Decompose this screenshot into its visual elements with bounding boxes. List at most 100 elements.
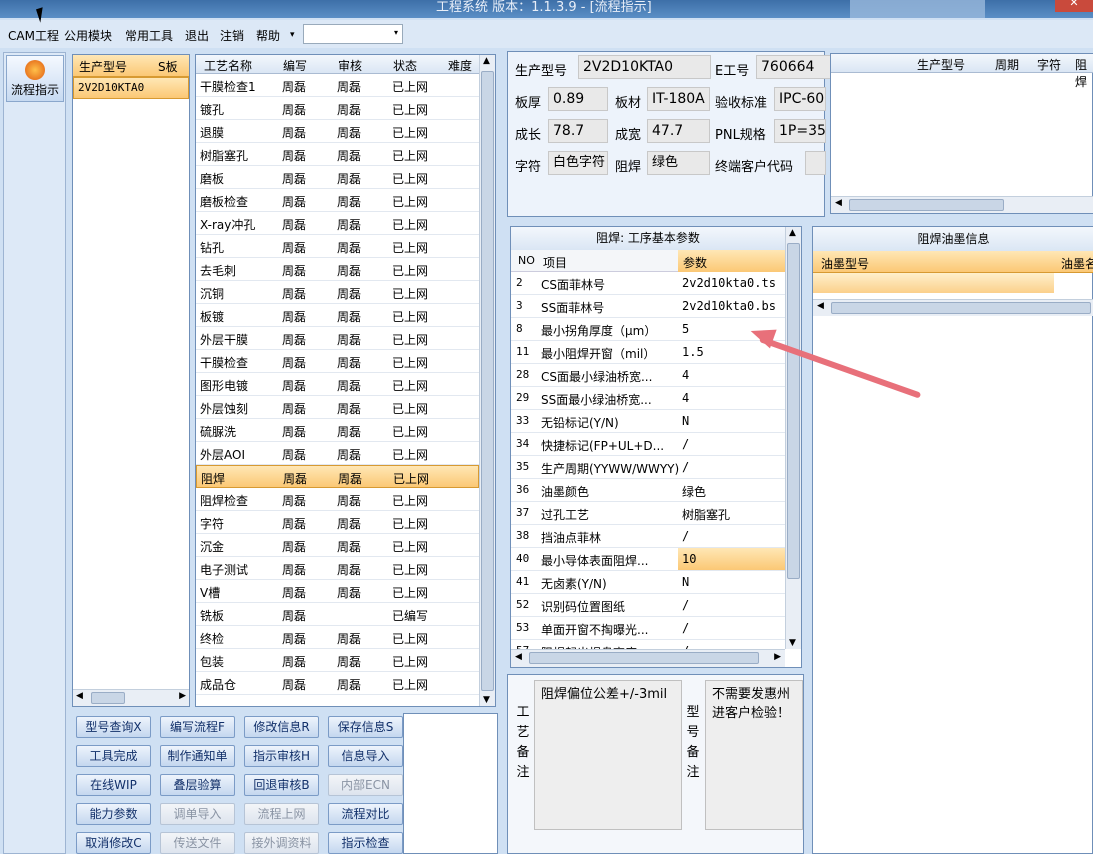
mask-field[interactable]: 绿色: [647, 151, 710, 175]
process-row[interactable]: 干膜检查1 周磊 周磊 已上网: [196, 74, 479, 97]
process-row[interactable]: 树脂塞孔 周磊 周磊 已上网: [196, 143, 479, 166]
action-button-4-2[interactable]: 接外调资料: [244, 832, 319, 854]
process-row[interactable]: 去毛刺 周磊 周磊 已上网: [196, 258, 479, 281]
len-field[interactable]: 78.7: [548, 119, 608, 143]
action-button-0-2[interactable]: 修改信息R: [244, 716, 319, 738]
process-vscroll[interactable]: ▲ ▼: [479, 55, 495, 706]
process-row[interactable]: 阻焊检查 周磊 周磊 已上网: [196, 488, 479, 511]
process-row[interactable]: 字符 周磊 周磊 已上网: [196, 511, 479, 534]
process-row[interactable]: 钻孔 周磊 周磊 已上网: [196, 235, 479, 258]
scroll-up-icon[interactable]: ▲: [483, 56, 490, 66]
vscroll-thumb[interactable]: [481, 71, 494, 691]
menu-common-module[interactable]: 公用模块: [64, 27, 112, 44]
process-row[interactable]: 终检 周磊 周磊 已上网: [196, 626, 479, 649]
process-row[interactable]: 电子测试 周磊 周磊 已上网: [196, 557, 479, 580]
process-row[interactable]: 干膜检查 周磊 周磊 已上网: [196, 350, 479, 373]
thick-field[interactable]: 0.89: [548, 87, 608, 111]
ink-row[interactable]: [813, 273, 1054, 293]
process-row[interactable]: 沉铜 周磊 周磊 已上网: [196, 281, 479, 304]
action-button-1-2[interactable]: 指示审核H: [244, 745, 319, 767]
process-row[interactable]: 退膜 周磊 周磊 已上网: [196, 120, 479, 143]
action-button-0-0[interactable]: 型号查询X: [76, 716, 151, 738]
action-button-4-1[interactable]: 传送文件: [160, 832, 235, 854]
menu-tools[interactable]: 常用工具: [125, 27, 173, 44]
process-row[interactable]: V槽 周磊 周磊 已上网: [196, 580, 479, 603]
wid-field[interactable]: 47.7: [647, 119, 710, 143]
params-hscroll[interactable]: ◀ ▶: [511, 649, 785, 667]
scroll-left-icon[interactable]: ◀: [76, 691, 83, 701]
process-row[interactable]: 铣板 周磊 已编写: [196, 603, 479, 626]
process-row[interactable]: 硫脲洗 周磊 周磊 已上网: [196, 419, 479, 442]
scroll-right-icon[interactable]: ▶: [179, 691, 186, 701]
param-row[interactable]: 41 无卤素(Y/N) N: [511, 571, 785, 594]
scroll-up-icon[interactable]: ▲: [789, 228, 796, 238]
action-button-1-0[interactable]: 工具完成: [76, 745, 151, 767]
action-button-3-2[interactable]: 流程上网: [244, 803, 319, 825]
action-button-2-1[interactable]: 叠层验算: [160, 774, 235, 796]
param-row[interactable]: 33 无铅标记(Y/N) N: [511, 410, 785, 433]
param-row[interactable]: 2 CS面菲林号 2v2d10kta0.ts: [511, 272, 785, 295]
hscroll-thumb[interactable]: [91, 692, 125, 704]
cust-field[interactable]: [805, 151, 826, 175]
process-row[interactable]: 镀孔 周磊 周磊 已上网: [196, 97, 479, 120]
close-button[interactable]: ✕: [1055, 0, 1093, 12]
mat-field[interactable]: IT-180A: [647, 87, 710, 111]
process-row[interactable]: 外层干膜 周磊 周磊 已上网: [196, 327, 479, 350]
param-row[interactable]: 36 油墨颜色 绿色: [511, 479, 785, 502]
param-row[interactable]: 11 最小阻焊开窗（mil） 1.5: [511, 341, 785, 364]
hscroll-thumb[interactable]: [849, 199, 1004, 211]
params-vscroll[interactable]: ▲ ▼: [785, 227, 801, 649]
action-button-2-2[interactable]: 回退审核B: [244, 774, 319, 796]
cycle-hscroll[interactable]: ◀: [831, 196, 1093, 213]
action-button-3-1[interactable]: 调单导入: [160, 803, 235, 825]
menu-cam[interactable]: CAM工程: [8, 27, 59, 44]
char-field[interactable]: 白色字符: [548, 151, 608, 175]
param-row[interactable]: 40 最小导体表面阻焊... 10: [511, 548, 785, 571]
action-button-4-3[interactable]: 指示检查: [328, 832, 403, 854]
hscroll-thumb[interactable]: [529, 652, 759, 664]
param-row[interactable]: 29 SS面最小绿油桥宽... 4: [511, 387, 785, 410]
scroll-down-icon[interactable]: ▼: [483, 695, 490, 705]
process-row[interactable]: 沉金 周磊 周磊 已上网: [196, 534, 479, 557]
hscroll-thumb[interactable]: [831, 302, 1091, 314]
model-list-hscroll[interactable]: ◀ ▶: [73, 689, 189, 706]
scroll-left-icon[interactable]: ◀: [835, 198, 842, 208]
action-button-3-0[interactable]: 能力参数: [76, 803, 151, 825]
param-row[interactable]: 52 识别码位置图纸 /: [511, 594, 785, 617]
action-button-4-0[interactable]: 取消修改C: [76, 832, 151, 854]
process-row[interactable]: 包装 周磊 周磊 已上网: [196, 649, 479, 672]
action-button-3-3[interactable]: 流程对比: [328, 803, 403, 825]
help-dropdown-icon[interactable]: ▾: [290, 30, 295, 40]
action-button-0-3[interactable]: 保存信息S: [328, 716, 403, 738]
menu-help[interactable]: 帮助: [256, 27, 280, 44]
process-row[interactable]: 板镀 周磊 周磊 已上网: [196, 304, 479, 327]
param-row[interactable]: 53 单面开窗不掏曝光... /: [511, 617, 785, 640]
scroll-left-icon[interactable]: ◀: [515, 652, 522, 662]
menu-exit[interactable]: 退出: [185, 27, 209, 44]
action-button-0-1[interactable]: 编写流程F: [160, 716, 235, 738]
menu-logout[interactable]: 注销: [220, 27, 244, 44]
process-row[interactable]: 磨板检查 周磊 周磊 已上网: [196, 189, 479, 212]
pnl-field[interactable]: 1P=35S: [774, 119, 826, 143]
model-row[interactable]: 2V2D10KTA0: [73, 77, 189, 99]
flow-guide-button[interactable]: 流程指示: [6, 55, 64, 102]
action-button-2-0[interactable]: 在线WIP: [76, 774, 151, 796]
menu-combo[interactable]: ▾: [303, 24, 403, 44]
action-button-2-3[interactable]: 内部ECN: [328, 774, 403, 796]
process-row[interactable]: 外层蚀刻 周磊 周磊 已上网: [196, 396, 479, 419]
model-field[interactable]: 2V2D10KTA0: [578, 55, 711, 79]
process-row[interactable]: 阻焊 周磊 周磊 已上网: [196, 465, 479, 488]
param-row[interactable]: 8 最小拐角厚度（μm） 5: [511, 318, 785, 341]
scroll-left-icon[interactable]: ◀: [817, 301, 824, 311]
param-row[interactable]: 28 CS面最小绿油桥宽... 4: [511, 364, 785, 387]
scroll-right-icon[interactable]: ▶: [774, 652, 781, 662]
param-row[interactable]: 3 SS面菲林号 2v2d10kta0.bs: [511, 295, 785, 318]
process-row[interactable]: 成品仓 周磊 周磊 已上网: [196, 672, 479, 695]
scroll-down-icon[interactable]: ▼: [789, 638, 796, 648]
process-row[interactable]: 外层AOI 周磊 周磊 已上网: [196, 442, 479, 465]
vscroll-thumb[interactable]: [787, 243, 800, 579]
param-row[interactable]: 34 快捷标记(FP+UL+D... /: [511, 433, 785, 456]
proc-notes-field[interactable]: 阻焊偏位公差+/-3mil: [534, 680, 682, 830]
process-row[interactable]: 图形电镀 周磊 周磊 已上网: [196, 373, 479, 396]
param-row[interactable]: 38 挡油点菲林 /: [511, 525, 785, 548]
